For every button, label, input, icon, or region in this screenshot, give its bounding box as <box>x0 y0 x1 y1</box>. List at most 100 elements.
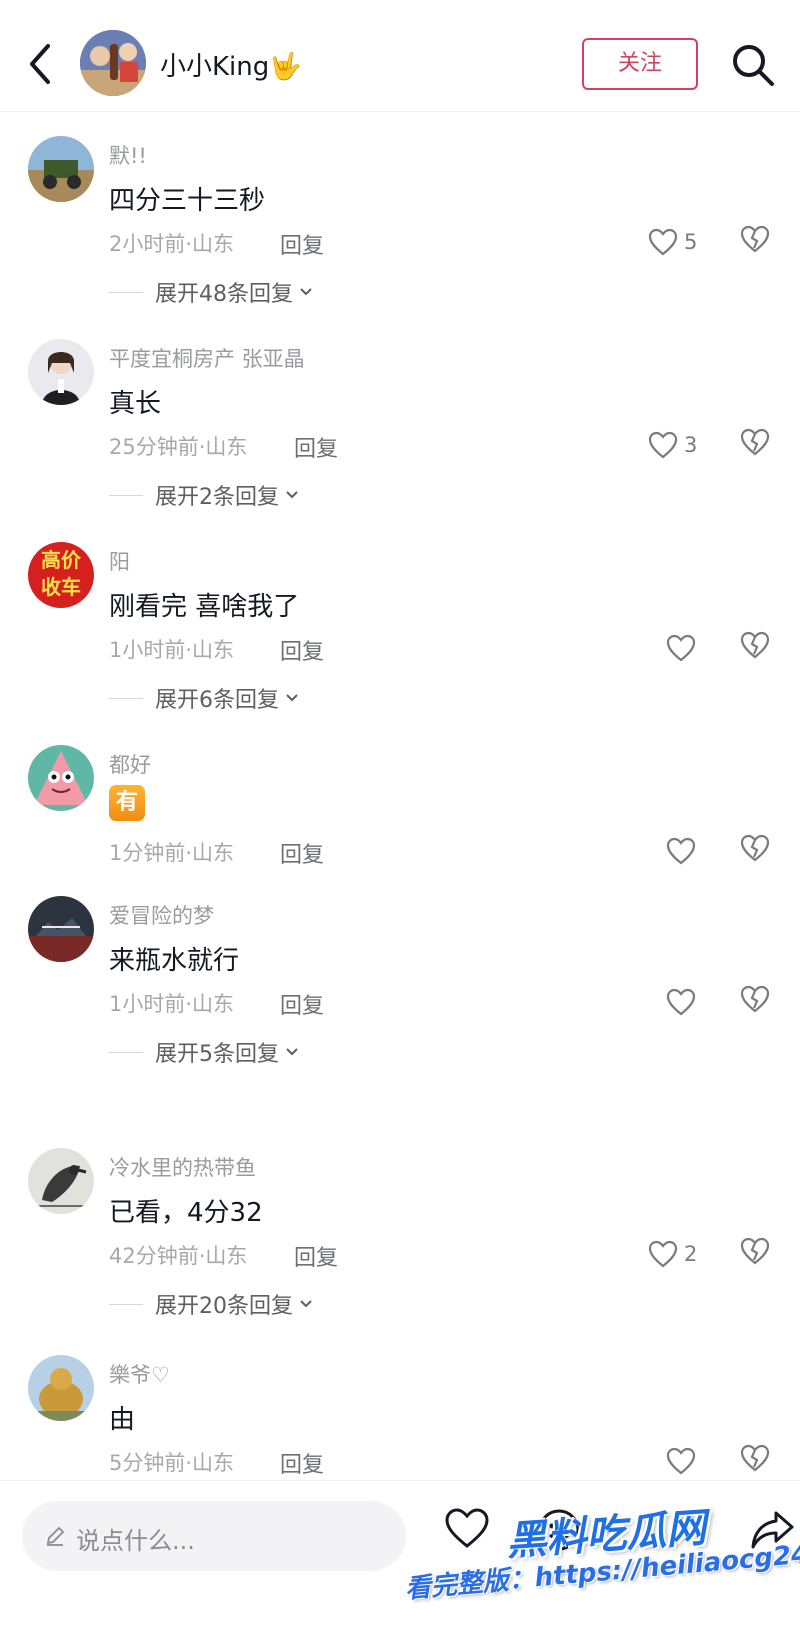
heart-icon <box>666 988 696 1016</box>
reply-button[interactable]: 回复 <box>280 837 324 869</box>
expand-replies-button[interactable]: 展开2条回复 <box>109 479 299 511</box>
comment-time-location: 2小时前·山东 <box>109 232 235 256</box>
like-button[interactable]: 5 <box>648 224 697 260</box>
like-count: 3 <box>684 433 698 457</box>
heart-icon <box>648 431 678 459</box>
like-button[interactable] <box>666 833 696 869</box>
heart-icon <box>666 837 696 865</box>
back-icon[interactable] <box>26 40 58 88</box>
comment-text: 来瓶水就行 <box>109 946 240 976</box>
comment-time-location: 25分钟前·山东 <box>109 435 248 459</box>
search-icon[interactable] <box>730 42 776 88</box>
expand-replies-label: 展开20条回复 <box>155 1294 293 1319</box>
avatar[interactable]: 高价 收车 <box>28 542 94 608</box>
expand-replies-button[interactable]: 展开48条回复 <box>109 276 313 308</box>
comment-text: 已看，4分32 <box>109 1198 263 1228</box>
heart-icon <box>666 634 696 662</box>
comment-username[interactable]: 平度宜桐房产 张亚晶 <box>109 343 305 373</box>
heart-icon <box>666 1447 696 1475</box>
expand-replies-button[interactable]: 展开20条回复 <box>109 1288 313 1320</box>
reply-button[interactable]: 回复 <box>294 431 338 463</box>
comment-item: 都好 有 1分钟前·山东 回复 <box>0 745 800 885</box>
pencil-icon <box>46 1526 65 1546</box>
broken-heart-icon <box>740 1444 770 1472</box>
comment-username[interactable]: 默!! <box>109 140 147 170</box>
chevron-down-icon <box>286 1048 298 1056</box>
comment-time-location: 1小时前·山东 <box>109 992 235 1016</box>
reply-button[interactable]: 回复 <box>280 228 324 260</box>
comment-username[interactable]: 爱冒险的梦 <box>109 900 214 930</box>
broken-heart-icon <box>740 834 770 862</box>
comment-username[interactable]: 都好 <box>109 749 151 779</box>
comment-item: 默!! 四分三十三秒 2小时前·山东 回复 5 展开48条回复 <box>0 136 800 308</box>
dislike-button[interactable] <box>740 833 772 867</box>
reply-button[interactable]: 回复 <box>280 988 324 1020</box>
dislike-button[interactable] <box>740 224 772 258</box>
divider <box>109 291 143 293</box>
author-avatar[interactable] <box>80 30 146 96</box>
comment-username[interactable]: 冷水里的热带鱼 <box>109 1152 256 1182</box>
avatar[interactable] <box>28 339 94 405</box>
comment-text: 真长 <box>109 389 162 419</box>
broken-heart-icon <box>740 428 770 456</box>
comment-text: 四分三十三秒 <box>109 186 266 216</box>
reply-button[interactable]: 回复 <box>294 1240 338 1272</box>
heart-icon[interactable] <box>444 1507 490 1549</box>
divider <box>109 697 143 699</box>
avatar-text-line-1: 高价 <box>41 548 81 572</box>
comment-text: 刚看完 喜啥我了 <box>109 592 300 622</box>
heart-icon <box>648 1240 678 1268</box>
expand-replies-label: 展开48条回复 <box>155 282 293 307</box>
comment-item: 高价 收车 阳 刚看完 喜啥我了 1小时前·山东 回复 展开6条回复 <box>0 542 800 714</box>
like-count: 2 <box>684 1242 698 1266</box>
chevron-down-icon <box>300 288 312 296</box>
broken-heart-icon <box>740 631 770 659</box>
dislike-button[interactable] <box>740 630 772 664</box>
comment-input[interactable]: 说点什么... <box>22 1501 406 1571</box>
dislike-button[interactable] <box>740 984 772 1018</box>
comment-text: 由 <box>109 1405 136 1435</box>
comment-username[interactable]: 樂爷♡ <box>109 1359 170 1389</box>
reply-button[interactable]: 回复 <box>280 634 324 666</box>
like-button[interactable] <box>666 630 696 666</box>
avatar[interactable] <box>28 136 94 202</box>
author-name[interactable]: 小小King🤟 <box>160 46 302 83</box>
heart-icon <box>648 228 678 256</box>
comment-time-location: 1分钟前·山东 <box>109 841 235 865</box>
like-button[interactable]: 2 <box>648 1236 697 1272</box>
comment-item: 爱冒险的梦 来瓶水就行 1小时前·山东 回复 展开5条回复 <box>0 896 800 1068</box>
follow-button[interactable]: 关注 <box>582 38 698 90</box>
chevron-down-icon <box>286 694 298 702</box>
comment-item: 樂爷♡ 由 5分钟前·山东 回复 <box>0 1355 800 1480</box>
expand-replies-label: 展开2条回复 <box>155 485 279 510</box>
like-button[interactable] <box>666 1443 696 1479</box>
avatar-text: 高价 收车 <box>28 547 94 601</box>
avatar[interactable] <box>28 1148 94 1214</box>
expand-replies-button[interactable]: 展开5条回复 <box>109 1036 299 1068</box>
expand-replies-button[interactable]: 展开6条回复 <box>109 682 299 714</box>
top-bar: 小小King🤟 关注 <box>0 0 800 112</box>
dislike-button[interactable] <box>740 1236 772 1270</box>
dislike-button[interactable] <box>740 1443 772 1477</box>
avatar-text-line-2: 收车 <box>41 575 81 599</box>
expand-replies-label: 展开6条回复 <box>155 688 279 713</box>
comment-time-location: 5分钟前·山东 <box>109 1451 235 1475</box>
like-button[interactable]: 3 <box>648 427 697 463</box>
dislike-button[interactable] <box>740 427 772 461</box>
comment-username[interactable]: 阳 <box>109 546 130 576</box>
reply-button[interactable]: 回复 <box>280 1447 324 1479</box>
chevron-down-icon <box>286 491 298 499</box>
broken-heart-icon <box>740 225 770 253</box>
divider <box>109 1303 143 1305</box>
like-count: 5 <box>684 230 698 254</box>
expand-replies-label: 展开5条回复 <box>155 1042 279 1067</box>
avatar[interactable] <box>28 896 94 962</box>
comment-time-location: 1小时前·山东 <box>109 638 235 662</box>
emoji-sticker: 有 <box>109 785 145 821</box>
like-button[interactable] <box>666 984 696 1020</box>
avatar[interactable] <box>28 745 94 811</box>
broken-heart-icon <box>740 985 770 1013</box>
comment-input-placeholder: 说点什么... <box>76 1527 195 1555</box>
avatar[interactable] <box>28 1355 94 1421</box>
comment-item: 冷水里的热带鱼 已看，4分32 42分钟前·山东 回复 2 展开20条回复 <box>0 1148 800 1320</box>
